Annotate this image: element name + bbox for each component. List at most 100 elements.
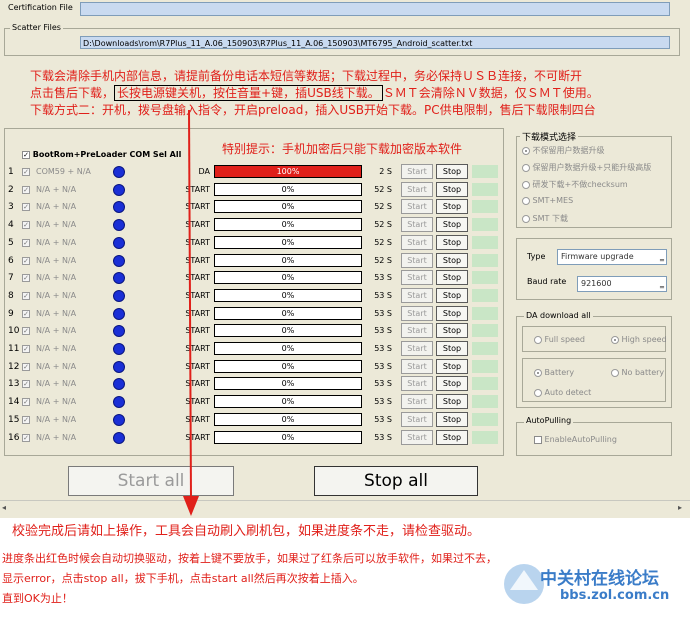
stop-all-button[interactable]: Stop all bbox=[314, 466, 478, 496]
footer-line-4: 直到OK为止！ bbox=[2, 592, 73, 605]
enable-autopulling-checkbox[interactable] bbox=[534, 435, 542, 444]
row-start-button[interactable]: Start bbox=[401, 411, 433, 427]
watermark-name: 中关村在线论坛 bbox=[540, 569, 659, 589]
row-start-button[interactable]: Start bbox=[401, 234, 433, 250]
row-checkbox[interactable]: ✓ bbox=[22, 256, 30, 265]
row-checkbox[interactable]: ✓ bbox=[22, 398, 30, 407]
row-checkbox[interactable]: ✓ bbox=[22, 168, 30, 176]
row-start-button[interactable]: Start bbox=[401, 429, 433, 445]
battery-radio[interactable] bbox=[534, 368, 542, 377]
enable-autopulling[interactable]: EnableAutoPulling bbox=[534, 435, 617, 444]
row-start-button[interactable]: Start bbox=[401, 305, 433, 321]
row-checkbox[interactable]: ✓ bbox=[22, 203, 30, 212]
speed-full-radio[interactable] bbox=[534, 335, 542, 344]
row-checkbox[interactable]: ✓ bbox=[22, 433, 30, 442]
select-all-checkbox[interactable]: ✓ bbox=[22, 150, 30, 159]
row-start-button[interactable]: Start bbox=[401, 376, 433, 392]
download-mode-radio[interactable] bbox=[522, 214, 530, 223]
status-dot-icon bbox=[113, 254, 125, 267]
row-checkbox[interactable]: ✓ bbox=[22, 345, 30, 353]
row-checkbox[interactable]: ✓ bbox=[22, 415, 30, 424]
download-mode-option[interactable]: 不保留用户数据升级 bbox=[522, 145, 605, 156]
row-stop-button[interactable]: Stop bbox=[436, 394, 468, 410]
download-mode-option[interactable]: 保留用户数据升级+只能升级高版 bbox=[522, 162, 651, 173]
row-start-button[interactable]: Start bbox=[401, 341, 433, 356]
row-checkbox[interactable]: ✓ bbox=[22, 380, 30, 389]
status-dot-icon bbox=[113, 272, 125, 285]
row-start-button[interactable]: Start bbox=[401, 270, 433, 286]
row-start-button[interactable]: Start bbox=[401, 181, 433, 197]
row-start-button[interactable]: Start bbox=[401, 217, 433, 233]
scatter-file-path[interactable]: D:\Downloads\rom\R7Plus_11_A.06_150903\R… bbox=[80, 36, 670, 49]
row-progress-text: 100% bbox=[276, 167, 300, 176]
download-mode-option[interactable]: SMT 下载 bbox=[522, 213, 568, 224]
row-stop-button[interactable]: Stop bbox=[436, 164, 468, 179]
row-start-button[interactable]: Start bbox=[401, 323, 433, 339]
status-dot-icon bbox=[113, 307, 125, 320]
row-checkbox[interactable]: ✓ bbox=[22, 327, 30, 336]
start-all-button[interactable]: Start all bbox=[68, 466, 234, 496]
row-port: N/A + N/A bbox=[36, 308, 77, 318]
row-status-indicator bbox=[472, 359, 498, 373]
power-option-battery[interactable]: Battery bbox=[534, 368, 574, 377]
row-status-indicator bbox=[472, 324, 498, 338]
port-row: 4 ✓ N/A + N/A START 0% 52 S Start Stop bbox=[6, 217, 498, 233]
row-number: 13 bbox=[8, 379, 20, 390]
row-start-button[interactable]: Start bbox=[401, 394, 433, 410]
baud-rate-value: 921600 bbox=[581, 279, 612, 288]
row-checkbox[interactable]: ✓ bbox=[22, 362, 30, 371]
row-status-indicator bbox=[472, 182, 498, 196]
row-start-button[interactable]: Start bbox=[401, 252, 433, 268]
row-checkbox[interactable]: ✓ bbox=[22, 238, 30, 247]
row-stop-button[interactable]: Stop bbox=[436, 270, 468, 286]
port-row: 6 ✓ N/A + N/A START 0% 52 S Start Stop bbox=[6, 252, 498, 269]
auto-detect-option[interactable]: Auto detect bbox=[534, 388, 591, 397]
download-mode-radio[interactable] bbox=[522, 163, 530, 172]
power-option-no-battery[interactable]: No battery bbox=[611, 368, 664, 377]
auto-detect-radio[interactable] bbox=[534, 388, 542, 397]
row-progress-bar: 0% bbox=[214, 377, 362, 391]
row-stop-button[interactable]: Stop bbox=[436, 181, 468, 197]
row-stop-button[interactable]: Stop bbox=[436, 411, 468, 427]
scroll-left-arrow-icon[interactable]: ◂ bbox=[2, 503, 6, 512]
scroll-right-arrow-icon[interactable]: ▸ bbox=[678, 503, 682, 512]
no-battery-radio[interactable] bbox=[611, 368, 619, 377]
row-checkbox[interactable]: ✓ bbox=[22, 221, 30, 230]
row-stop-button[interactable]: Stop bbox=[436, 323, 468, 339]
download-mode-radio[interactable] bbox=[522, 180, 530, 189]
row-start-button[interactable]: Start bbox=[401, 287, 433, 303]
row-stop-button[interactable]: Stop bbox=[436, 287, 468, 303]
note-line-1: 下载会清除手机内部信息，请提前备份电话本短信等数据；下载过程中，务必保持ＵＳＢ连… bbox=[30, 69, 583, 83]
row-progress-bar: 0% bbox=[214, 182, 362, 196]
row-stop-button[interactable]: Stop bbox=[436, 217, 468, 233]
row-checkbox[interactable]: ✓ bbox=[22, 291, 30, 300]
download-mode-radio[interactable] bbox=[522, 146, 530, 155]
row-stop-button[interactable]: Stop bbox=[436, 358, 468, 374]
row-stop-button[interactable]: Stop bbox=[436, 234, 468, 250]
row-stop-button[interactable]: Stop bbox=[436, 376, 468, 392]
type-select[interactable]: Firmware upgrade ‗ bbox=[557, 249, 667, 265]
download-mode-radio[interactable] bbox=[522, 196, 530, 205]
row-checkbox[interactable]: ✓ bbox=[22, 309, 30, 318]
row-start-button[interactable]: Start bbox=[401, 199, 433, 215]
horizontal-scrollbar[interactable]: ◂ ▸ bbox=[0, 500, 690, 515]
row-start-button[interactable]: Start bbox=[401, 358, 433, 374]
certification-file-field[interactable] bbox=[80, 2, 670, 16]
speed-high-radio[interactable] bbox=[611, 335, 619, 344]
row-stop-button[interactable]: Stop bbox=[436, 199, 468, 215]
row-checkbox[interactable]: ✓ bbox=[22, 274, 30, 283]
row-stop-button[interactable]: Stop bbox=[436, 305, 468, 321]
speed-option-high[interactable]: High speed bbox=[611, 335, 667, 344]
row-progress-bar: 0% bbox=[214, 271, 362, 285]
row-number: 7 bbox=[8, 273, 14, 284]
row-stop-button[interactable]: Stop bbox=[436, 341, 468, 356]
download-mode-option[interactable]: SMT+MES bbox=[522, 196, 573, 205]
baud-rate-select[interactable]: 921600 ‗ bbox=[577, 276, 667, 292]
row-checkbox[interactable]: ✓ bbox=[22, 185, 30, 194]
speed-option-full[interactable]: Full speed bbox=[534, 335, 585, 344]
download-mode-option[interactable]: 研发下载+不做checksum bbox=[522, 179, 628, 190]
row-stop-button[interactable]: Stop bbox=[436, 252, 468, 268]
row-start-button[interactable]: Start bbox=[401, 164, 433, 179]
select-all-toggle[interactable]: ✓ BootRom+PreLoader COM Sel All bbox=[22, 150, 181, 159]
row-stop-button[interactable]: Stop bbox=[436, 429, 468, 445]
